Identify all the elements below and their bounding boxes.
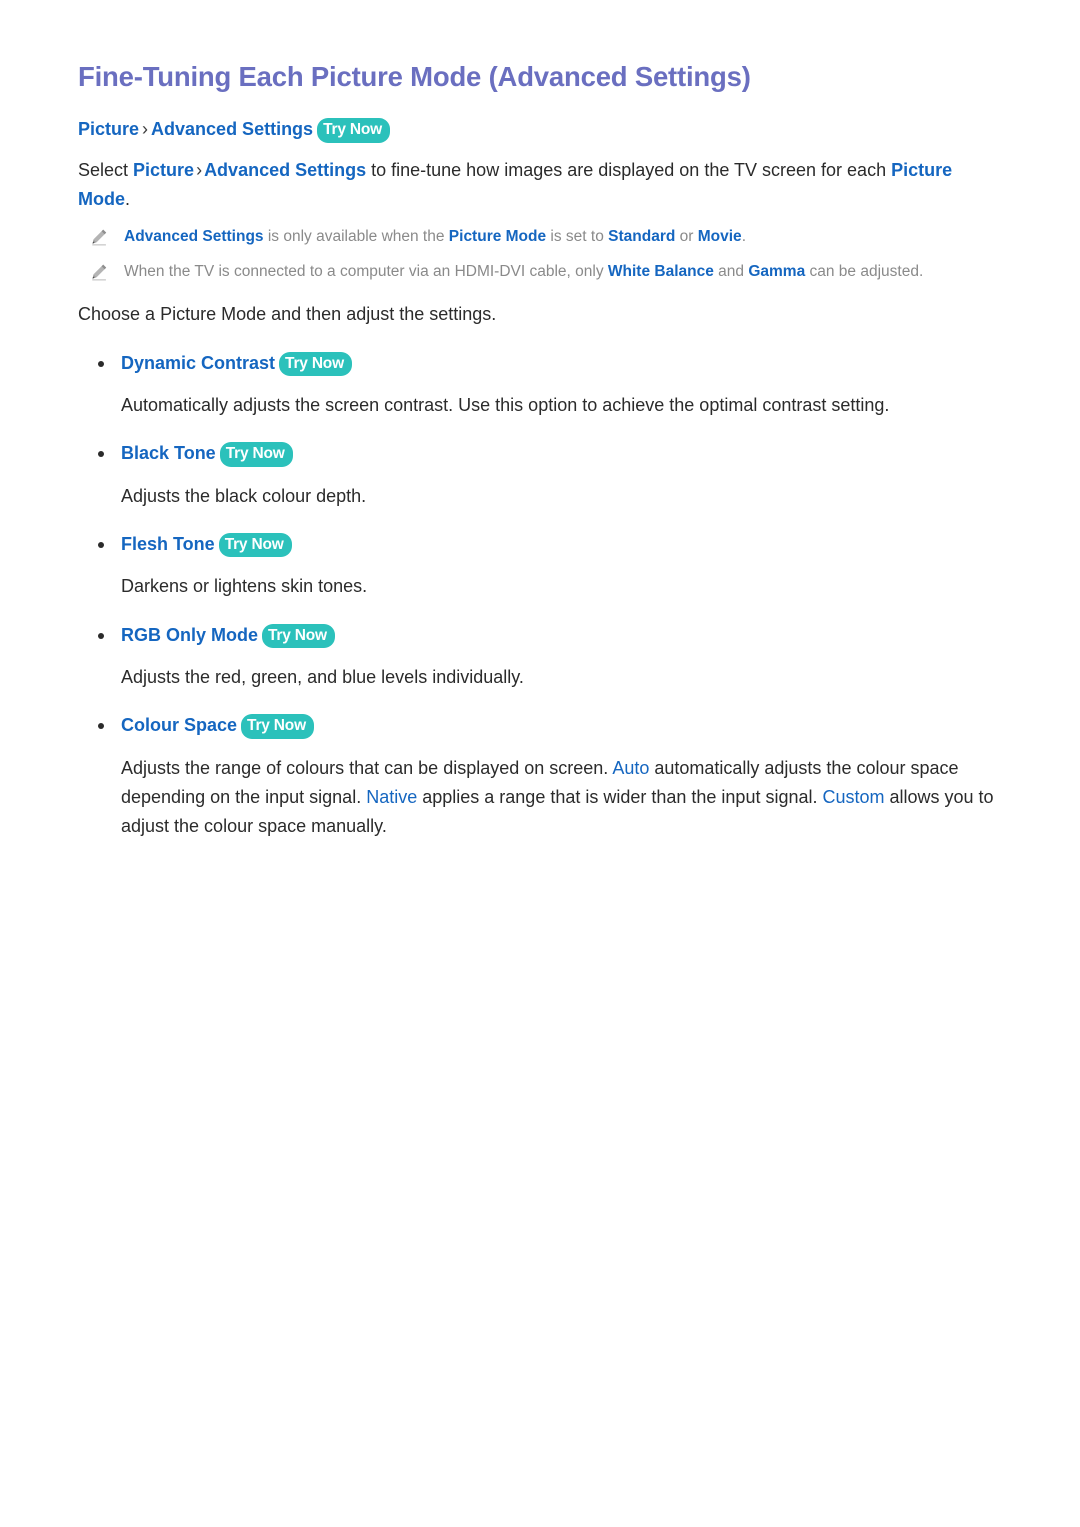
choose-link-picture-mode[interactable]: Picture Mode [160,304,266,324]
note-seg-5: can be adjusted. [805,263,924,281]
page-title: Fine-Tuning Each Picture Mode (Advanced … [78,61,751,92]
note-link-advanced-settings[interactable]: Advanced Settings [124,228,264,245]
list-item: Colour Space Try Now [78,712,1010,740]
note-seg-3: and [713,263,749,281]
setting-heading: Black Tone Try Now [121,440,293,468]
try-now-badge-colour-space[interactable]: Try Now [241,714,314,739]
breadcrumb-item-advanced-settings[interactable]: Advanced Settings [151,119,313,139]
setting-heading: Flesh Tone Try Now [121,531,292,559]
breadcrumb-item-picture[interactable]: Picture [78,119,139,139]
list-item: Dynamic Contrast Try Now [78,350,1010,378]
bullet-dot-icon [98,632,104,639]
document-page: Fine-Tuning Each Picture Mode (Advanced … [0,0,1080,1527]
pencil-icon [90,228,108,246]
list-item: Flesh Tone Try Now [78,531,1010,559]
bullet-dot-icon [98,360,104,367]
note-row: Advanced Settings is only available when… [78,224,1010,249]
choose-text-2: and then adjust the settings. [266,304,497,325]
note-link-white-balance[interactable]: White Balance [608,263,714,280]
setting-name-dynamic-contrast[interactable]: Dynamic Contrast [121,353,275,373]
bullet-dot-icon [98,723,104,730]
intro-link-picture[interactable]: Picture [133,160,194,180]
colour-space-link-auto[interactable]: Auto [612,758,649,778]
intro-text-2: to fine-tune how images are displayed on… [366,159,892,180]
note-link-movie[interactable]: Movie [698,228,742,245]
setting-description: Darkens or lightens skin tones. [121,576,368,597]
intro-text-1: Select [78,159,134,180]
intro-separator-icon: › [196,159,203,180]
note-seg-2: is only available when the [263,228,449,246]
colour-space-link-custom[interactable]: Custom [823,787,885,807]
setting-name-black-tone[interactable]: Black Tone [121,443,216,463]
try-now-badge-flesh-tone[interactable]: Try Now [218,532,292,558]
list-item: Black Tone Try Now [78,440,1010,468]
setting-heading: RGB Only Mode Try Now [121,622,335,650]
colour-space-text-1: Adjusts the range of colours that can be… [121,757,613,778]
note-link-picture-mode[interactable]: Picture Mode [449,228,546,245]
breadcrumb-separator-icon: › [142,119,149,140]
setting-description: Adjusts the range of colours that can be… [78,754,1010,841]
breadcrumb: Picture › Advanced Settings Try Now [78,116,1010,144]
note-text: Advanced Settings is only available when… [124,224,746,249]
note-row: When the TV is connected to a computer v… [78,259,1010,284]
intro-text-3: . [125,189,131,210]
note-link-standard[interactable]: Standard [608,228,675,245]
setting-name-flesh-tone[interactable]: Flesh Tone [121,534,215,554]
note-link-gamma[interactable]: Gamma [748,263,805,280]
bullet-dot-icon [98,451,104,458]
colour-space-text-3: applies a range that is wider than the i… [417,786,823,807]
setting-heading: Dynamic Contrast Try Now [121,350,352,378]
choose-paragraph: Choose a Picture Mode and then adjust th… [78,300,1010,329]
intro-paragraph: Select Picture › Advanced Settings to fine… [78,156,1008,214]
setting-description: Automatically adjusts the screen contras… [121,395,890,416]
bullet-dot-icon [98,541,104,548]
setting-description: Adjusts the red, green, and blue levels … [121,667,524,688]
setting-name-rgb-only-mode[interactable]: RGB Only Mode [121,625,258,645]
note-seg-8: . [741,228,746,246]
note-seg-6: or [675,228,698,246]
try-now-badge-dynamic-contrast[interactable]: Try Now [279,351,352,377]
note-seg-4: is set to [546,228,609,246]
list-item: RGB Only Mode Try Now [78,622,1010,650]
try-now-badge-breadcrumb[interactable]: Try Now [317,118,390,143]
intro-link-advanced-settings[interactable]: Advanced Settings [204,160,366,180]
colour-space-link-native[interactable]: Native [366,787,417,807]
try-now-badge-rgb-only-mode[interactable]: Try Now [262,623,335,649]
choose-text-1: Choose a [78,304,161,325]
setting-description: Adjusts the black colour depth. [121,485,367,506]
try-now-badge-black-tone[interactable]: Try Now [219,442,293,467]
setting-name-colour-space[interactable]: Colour Space [121,715,237,735]
pencil-icon [90,263,108,281]
setting-heading: Colour Space Try Now [121,712,314,740]
note-text: When the TV is connected to a computer v… [124,259,923,284]
note-seg-1: When the TV is connected to a computer v… [124,263,608,281]
